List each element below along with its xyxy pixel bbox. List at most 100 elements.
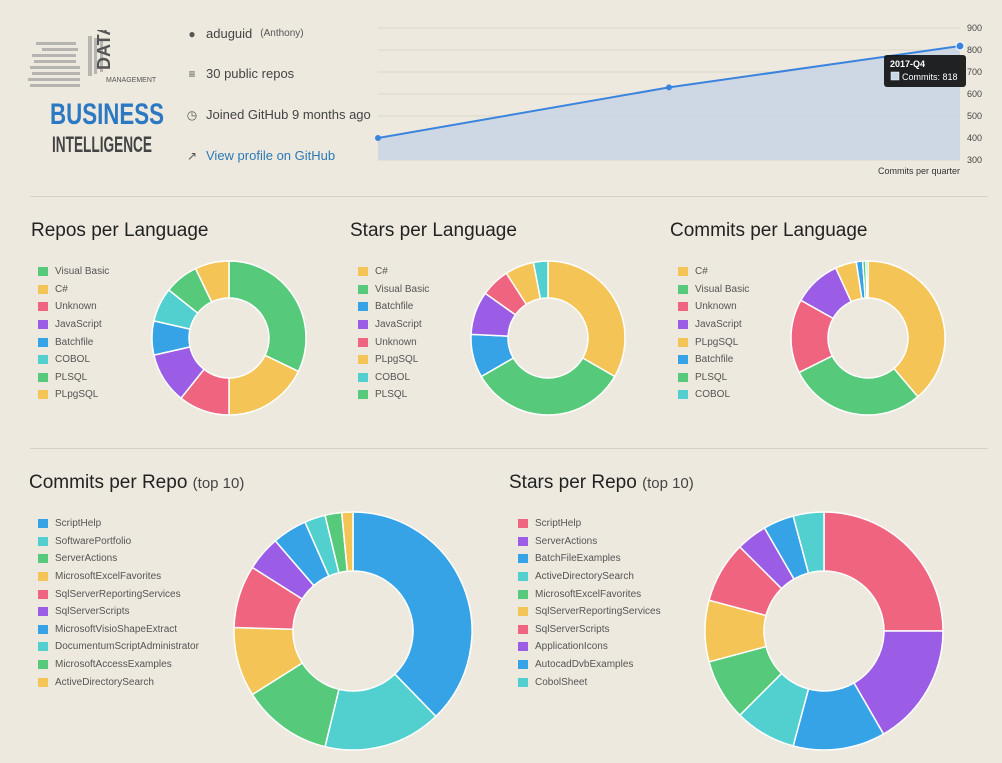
- legend-item[interactable]: C#: [358, 263, 429, 281]
- legend-swatch: [38, 519, 48, 529]
- legend-item[interactable]: DocumentumScriptAdministrator: [38, 638, 199, 656]
- legend-item[interactable]: ActiveDirectorySearch: [38, 673, 199, 691]
- legend-item[interactable]: JavaScript: [678, 316, 749, 334]
- legend-label: JavaScript: [55, 319, 102, 331]
- legend-label: SqlServerReportingServices: [535, 606, 661, 618]
- legend-swatch: [678, 302, 688, 312]
- slice-visual-basic[interactable]: [228, 260, 307, 373]
- legend-label: SqlServerScripts: [55, 606, 130, 618]
- legend-item[interactable]: PLSQL: [678, 369, 749, 387]
- legend-label: Unknown: [375, 336, 417, 348]
- legend-item[interactable]: BatchFileExamples: [518, 550, 661, 568]
- legend-item[interactable]: COBOL: [38, 351, 109, 369]
- legend-swatch: [38, 660, 48, 670]
- profile-link-row[interactable]: ↗ View profile on GitHub: [186, 148, 335, 163]
- legend-label: Visual Basic: [695, 283, 750, 295]
- series-point[interactable]: [375, 135, 381, 141]
- legend-item[interactable]: SqlServerReportingServices: [518, 603, 661, 621]
- legend-label: ScriptHelp: [55, 518, 102, 530]
- legend-item[interactable]: Unknown: [38, 298, 109, 316]
- legend-item[interactable]: Batchfile: [38, 333, 109, 351]
- legend-item[interactable]: ApplicationIcons: [518, 638, 661, 656]
- legend-item[interactable]: ActiveDirectorySearch: [518, 568, 661, 586]
- legend-item[interactable]: SqlServerScripts: [38, 603, 199, 621]
- legend-label: Visual Basic: [55, 266, 110, 278]
- legend-label: PLpgSQL: [695, 336, 739, 348]
- legend-item[interactable]: MicrosoftExcelFavorites: [518, 585, 661, 603]
- legend-swatch: [358, 355, 368, 365]
- legend-item[interactable]: COBOL: [358, 369, 429, 387]
- y-tick-label: 500: [967, 111, 982, 121]
- legend-item[interactable]: Unknown: [678, 298, 749, 316]
- legend-swatch: [38, 284, 48, 294]
- tooltip-text: Commits: 818: [902, 72, 958, 82]
- legend-swatch: [38, 554, 48, 564]
- legend-item[interactable]: MicrosoftExcelFavorites: [38, 568, 199, 586]
- legend-item[interactable]: Batchfile: [678, 351, 749, 369]
- legend-label: Visual Basic: [375, 283, 430, 295]
- legend-swatch: [518, 677, 528, 687]
- series-point[interactable]: [666, 84, 672, 91]
- legend-item[interactable]: ServerActions: [38, 550, 199, 568]
- legend-item[interactable]: PLSQL: [358, 386, 429, 404]
- logo-word-management: MANAGEMENT: [106, 77, 157, 84]
- legend-label: Batchfile: [375, 301, 414, 313]
- legend-item[interactable]: Visual Basic: [38, 263, 109, 281]
- legend-item[interactable]: ServerActions: [518, 533, 661, 551]
- y-tick-label: 700: [967, 67, 982, 77]
- legend-swatch: [518, 642, 528, 652]
- legend-item[interactable]: ScriptHelp: [518, 515, 661, 533]
- legend-item[interactable]: JavaScript: [38, 316, 109, 334]
- legend-item[interactable]: C#: [38, 281, 109, 299]
- legend-item[interactable]: AutocadDvbExamples: [518, 656, 661, 674]
- legend-label: SqlServerScripts: [535, 623, 610, 635]
- legend-label: CobolSheet: [535, 676, 588, 688]
- legend-label: PLSQL: [695, 371, 728, 383]
- commits-quarter-chart: 900 800 700 600 500 400 300 2017-Q4 Commits: 8…: [375, 23, 982, 176]
- title-repos-per-language: Repos per Language: [31, 220, 209, 241]
- profile-repos-row: ≡ 30 public repos: [186, 66, 294, 81]
- legend-item[interactable]: SqlServerScripts: [518, 621, 661, 639]
- legend-item[interactable]: SoftwarePortfolio: [38, 533, 199, 551]
- legend-item[interactable]: CobolSheet: [518, 673, 661, 691]
- external-link-icon: ↗: [186, 148, 198, 163]
- legend-item[interactable]: ScriptHelp: [38, 515, 199, 533]
- legend-item[interactable]: Batchfile: [358, 298, 429, 316]
- legend-item[interactable]: JavaScript: [358, 316, 429, 334]
- legend-item[interactable]: PLSQL: [38, 369, 109, 387]
- legend-swatch: [38, 677, 48, 687]
- legend-item[interactable]: COBOL: [678, 386, 749, 404]
- legend-swatch: [38, 572, 48, 582]
- legend-swatch: [38, 589, 48, 599]
- legend-item[interactable]: Visual Basic: [678, 281, 749, 299]
- commits-area-fill: [378, 46, 960, 160]
- slice-visual-basic[interactable]: [480, 356, 616, 416]
- user-icon: ●: [188, 26, 196, 41]
- legend-item[interactable]: Visual Basic: [358, 281, 429, 299]
- legend-item[interactable]: PLpgSQL: [358, 351, 429, 369]
- legend-item[interactable]: SqlServerReportingServices: [38, 585, 199, 603]
- legend-swatch: [358, 372, 368, 382]
- y-tick-label: 900: [967, 23, 982, 33]
- legend-label: JavaScript: [375, 319, 422, 331]
- legend-item[interactable]: PLpgSQL: [38, 386, 109, 404]
- legend-label: COBOL: [375, 371, 411, 383]
- series-point[interactable]: [955, 41, 965, 51]
- legend-label: SoftwarePortfolio: [55, 535, 132, 547]
- legend-label: MicrosoftExcelFavorites: [535, 588, 642, 600]
- legend-item[interactable]: MicrosoftVisioShapeExtract: [38, 621, 199, 639]
- legend-label: COBOL: [695, 389, 731, 401]
- legend-item[interactable]: PLpgSQL: [678, 333, 749, 351]
- slice-scripthelp[interactable]: [823, 511, 944, 632]
- legend-label: MicrosoftExcelFavorites: [55, 571, 162, 583]
- github-profile-link[interactable]: View profile on GitHub: [206, 148, 335, 163]
- legend-repos-per-language: Visual Basic C# Unknown JavaScript Batchfile…: [38, 263, 109, 404]
- legend-item[interactable]: C#: [678, 263, 749, 281]
- slice-cobol[interactable]: [865, 260, 869, 299]
- legend-label: PLpgSQL: [55, 389, 99, 401]
- slice-c-[interactable]: [547, 260, 626, 378]
- legend-item[interactable]: MicrosoftAccessExamples: [38, 656, 199, 674]
- database-icon: ≡: [188, 66, 196, 81]
- legend-item[interactable]: Unknown: [358, 333, 429, 351]
- slice-scripthelp[interactable]: [352, 511, 473, 718]
